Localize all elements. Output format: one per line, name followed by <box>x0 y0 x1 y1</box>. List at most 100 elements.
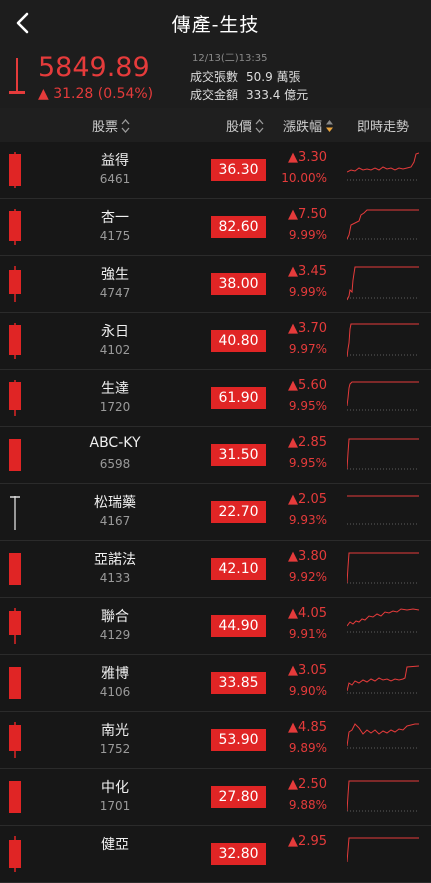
stock-price: 42.10 <box>211 558 266 580</box>
candle-icon <box>9 722 21 758</box>
stock-price: 22.70 <box>211 501 266 523</box>
volume-label: 成交張數 <box>190 70 239 84</box>
table-row[interactable]: 益得 6461 36.30 ▲3.30 10.00% <box>0 142 431 199</box>
table-row[interactable]: 健亞 32.80 ▲2.95 <box>0 826 431 883</box>
back-button[interactable] <box>10 9 36 37</box>
intraday-sparkline <box>347 209 419 240</box>
candle-icon <box>9 667 21 699</box>
sort-icon <box>255 118 264 133</box>
intraday-sparkline <box>347 780 419 812</box>
stock-code: 6461 <box>99 172 131 186</box>
table-row[interactable]: 雅博 4106 33.85 ▲3.05 9.90% <box>0 655 431 712</box>
index-datetime: 12/13(二)13:35 <box>192 53 268 64</box>
stock-change: ▲2.50 <box>288 777 327 792</box>
stock-price: 44.90 <box>211 615 266 637</box>
stock-change-percent: 9.99% <box>288 285 327 299</box>
volume-stat: 成交張數 50.9 萬張 <box>190 68 301 85</box>
table-row[interactable]: 永日 4102 40.80 ▲3.70 9.97% <box>0 313 431 370</box>
table-row[interactable]: 松瑞藥 4167 22.70 ▲2.05 9.93% <box>0 484 431 541</box>
stock-price: 40.80 <box>211 330 266 352</box>
stock-change-percent: 9.90% <box>288 684 327 698</box>
candle-icon <box>9 608 21 644</box>
intraday-sparkline <box>347 495 419 525</box>
title-bar: 傳產-生技 <box>0 0 431 46</box>
stock-name: 雅博 <box>101 666 129 682</box>
stock-code: 4102 <box>99 343 131 357</box>
stock-code: 4175 <box>99 229 131 243</box>
stock-list[interactable]: 益得 6461 36.30 ▲3.30 10.00% 杏一 4175 82.60… <box>0 142 431 883</box>
sort-active-icon <box>326 119 334 132</box>
table-row[interactable]: ABC-KY 6598 31.50 ▲2.85 9.95% <box>0 427 431 484</box>
index-summary: 5849.89 ▲ 31.28 (0.54%) 12/13(二)13:35 成交… <box>0 46 431 108</box>
candle-icon <box>10 496 20 530</box>
stock-change-percent: 9.89% <box>288 741 327 755</box>
candle-icon <box>9 209 21 245</box>
column-price-sort[interactable]: 股價 <box>226 116 264 135</box>
candle-icon <box>9 380 21 416</box>
amount-stat: 成交金額 333.4 億元 <box>190 86 308 103</box>
volume-value: 50.9 萬張 <box>246 70 301 84</box>
stock-change: ▲4.85 <box>288 720 327 735</box>
stock-change-percent: 10.00% <box>281 171 327 185</box>
chevron-left-icon <box>16 12 29 34</box>
stock-change: ▲2.05 <box>288 492 327 507</box>
stock-name: 永日 <box>101 324 129 340</box>
stock-name: 聯合 <box>101 609 129 625</box>
stock-name: 中化 <box>101 780 129 796</box>
stock-change-percent: 9.95% <box>288 399 327 413</box>
stock-price: 31.50 <box>211 444 266 466</box>
table-row[interactable]: 中化 1701 27.80 ▲2.50 9.88% <box>0 769 431 826</box>
stock-change-percent: 9.92% <box>288 570 327 584</box>
intraday-sparkline <box>347 608 419 633</box>
candle-icon <box>9 553 21 585</box>
column-price-label: 股價 <box>226 120 253 135</box>
candle-icon <box>9 152 21 188</box>
candle-icon <box>9 266 21 302</box>
stock-name: ABC-KY <box>89 435 141 451</box>
column-change-sort[interactable]: 漲跌幅 <box>283 116 334 135</box>
table-header: 股票 股價 漲跌幅 即時走勢 <box>0 108 431 143</box>
intraday-sparkline <box>347 323 419 358</box>
stock-change: ▲3.05 <box>288 663 327 678</box>
sort-icon <box>121 118 130 133</box>
stock-price: 33.85 <box>211 672 266 694</box>
stock-name: 健亞 <box>101 837 129 853</box>
stock-change-percent: 9.97% <box>288 342 327 356</box>
table-row[interactable]: 亞諾法 4133 42.10 ▲3.80 9.92% <box>0 541 431 598</box>
stock-code: 4129 <box>99 628 131 642</box>
intraday-sparkline <box>347 152 419 181</box>
amount-label: 成交金額 <box>190 88 239 102</box>
table-row[interactable]: 杏一 4175 82.60 ▲7.50 9.99% <box>0 199 431 256</box>
stock-name: 生達 <box>101 381 129 397</box>
stock-change: ▲5.60 <box>288 378 327 393</box>
table-row[interactable]: 聯合 4129 44.90 ▲4.05 9.91% <box>0 598 431 655</box>
stock-change: ▲3.30 <box>288 150 327 165</box>
index-change: ▲ 31.28 (0.54%) <box>38 86 154 102</box>
stock-change-percent: 9.91% <box>288 627 327 641</box>
table-row[interactable]: 生達 1720 61.90 ▲5.60 9.95% <box>0 370 431 427</box>
stock-name: 松瑞藥 <box>94 495 136 511</box>
stock-change: ▲2.85 <box>288 435 327 450</box>
stock-code: 1752 <box>99 742 131 756</box>
column-trend-label: 即時走勢 <box>357 120 410 135</box>
stock-change-percent: 9.93% <box>288 513 327 527</box>
stock-change-percent: 9.88% <box>288 798 327 812</box>
stock-code: 4106 <box>99 685 131 699</box>
stock-change: ▲4.05 <box>288 606 327 621</box>
table-row[interactable]: 南光 1752 53.90 ▲4.85 9.89% <box>0 712 431 769</box>
stock-change: ▲3.70 <box>288 321 327 336</box>
stock-code: 1701 <box>99 799 131 813</box>
candle-icon <box>9 781 21 813</box>
stock-price: 53.90 <box>211 729 266 751</box>
stock-code: 6598 <box>99 457 131 471</box>
stock-code: 1720 <box>99 400 131 414</box>
column-stock-sort[interactable]: 股票 <box>92 116 130 135</box>
intraday-sparkline <box>347 438 419 470</box>
intraday-sparkline <box>347 837 419 863</box>
stock-price: 27.80 <box>211 786 266 808</box>
intraday-sparkline <box>347 723 419 749</box>
stock-price: 38.00 <box>211 273 266 295</box>
stock-code: 4167 <box>99 514 131 528</box>
candle-icon <box>9 836 21 872</box>
table-row[interactable]: 強生 4747 38.00 ▲3.45 9.99% <box>0 256 431 313</box>
